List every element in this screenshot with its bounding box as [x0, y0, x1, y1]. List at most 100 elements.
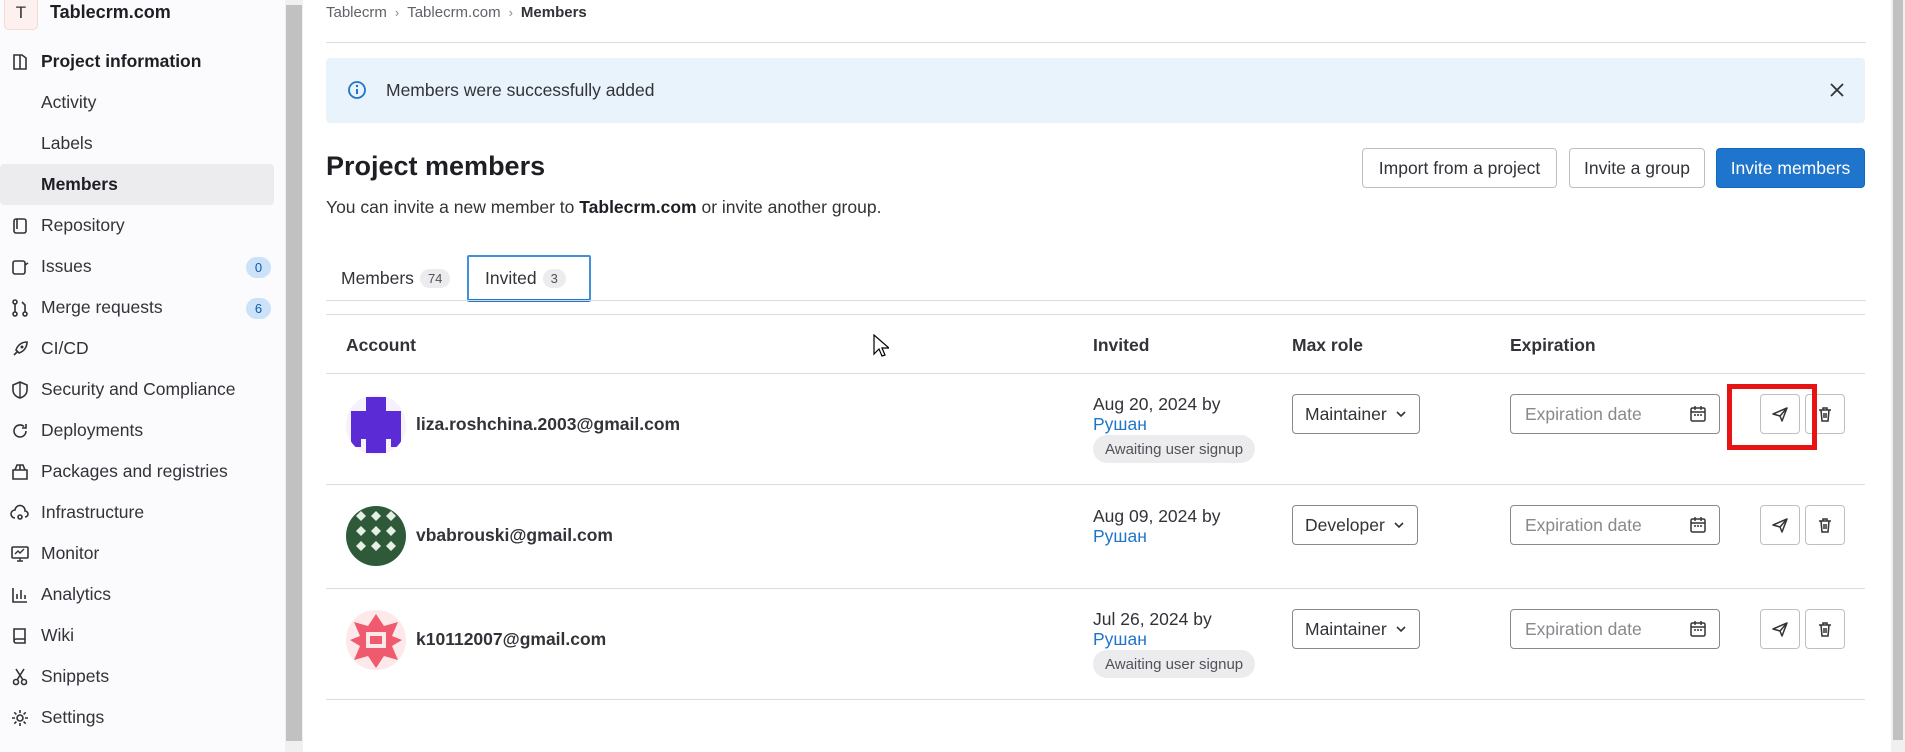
identicon-pink — [346, 610, 406, 670]
subtitle-suffix: or invite another group. — [696, 197, 882, 217]
sidebar-item-infrastructure[interactable]: Infrastructure — [0, 492, 285, 533]
highlight-box — [1727, 384, 1817, 450]
sidebar-item-deployments[interactable]: Deployments — [0, 410, 285, 451]
table-header: Account Invited Max role Expiration — [326, 314, 1865, 374]
chevron-right-icon: › — [394, 5, 400, 20]
resend-invite-button[interactable] — [1760, 609, 1800, 649]
invited-date: Aug 20, 2024 by — [1093, 394, 1221, 414]
member-email[interactable]: liza.roshchina.2003@gmail.com — [416, 414, 680, 435]
sidebar-item-label: Merge requests — [41, 297, 163, 317]
invited-by-link[interactable]: Рушан — [1093, 526, 1220, 546]
identicon-purple — [346, 395, 406, 455]
merge-request-icon — [12, 299, 28, 317]
sidebar-item-cicd[interactable]: CI/CD — [0, 328, 285, 369]
tab-members[interactable]: Members 74 — [341, 255, 451, 302]
sidebar-item-label: Project information — [41, 51, 202, 71]
expiration-date-input[interactable]: Expiration date — [1510, 394, 1720, 434]
close-icon[interactable] — [1827, 80, 1847, 100]
invited-info: Aug 20, 2024 by Рушан — [1093, 394, 1220, 434]
deployments-icon — [13, 424, 27, 438]
sidebar-item-monitor[interactable]: Monitor — [0, 533, 285, 574]
paper-airplane-icon — [1772, 622, 1788, 637]
sidebar-item-label: Members — [41, 174, 118, 194]
invited-info: Aug 09, 2024 by Рушан — [1093, 506, 1220, 546]
sidebar-item-label: Repository — [41, 215, 125, 235]
sidebar-item-wiki[interactable]: Wiki — [0, 615, 285, 656]
subtitle-prefix: You can invite a new member to — [326, 197, 580, 217]
resend-invite-button[interactable] — [1760, 505, 1800, 545]
role-dropdown[interactable]: Maintainer — [1292, 609, 1420, 649]
package-icon — [12, 464, 28, 480]
chevron-down-icon — [1394, 522, 1404, 529]
identicon-green — [346, 506, 406, 566]
breadcrumb-item-project[interactable]: Tablecrm.com — [407, 4, 500, 21]
paper-airplane-icon — [1772, 518, 1788, 533]
calendar-icon[interactable] — [1689, 405, 1707, 423]
sidebar-item-label: Deployments — [41, 420, 144, 440]
invite-group-button[interactable]: Invite a group — [1569, 148, 1705, 188]
page-scrollbar-thumb[interactable] — [1893, 0, 1903, 740]
breadcrumb-item-group[interactable]: Tablecrm — [326, 4, 387, 21]
column-header-account: Account — [346, 335, 416, 355]
avatar[interactable] — [346, 506, 406, 566]
invite-members-button[interactable]: Invite members — [1716, 148, 1865, 188]
sidebar-item-label: Monitor — [41, 543, 100, 563]
avatar[interactable] — [346, 610, 406, 670]
member-email[interactable]: vbabrouski@gmail.com — [416, 525, 613, 546]
role-value: Maintainer — [1305, 618, 1387, 639]
table-row: liza.roshchina.2003@gmail.com Aug 20, 20… — [326, 374, 1865, 485]
cloud-icon — [10, 504, 29, 520]
breadcrumb-current[interactable]: Members — [521, 4, 587, 21]
sidebar-scrollbar-thumb[interactable] — [286, 5, 302, 741]
invited-by-link[interactable]: Рушан — [1093, 414, 1220, 434]
invited-date: Jul 26, 2024 by — [1093, 609, 1212, 629]
project-info-icon — [13, 54, 27, 70]
sidebar-item-members[interactable]: Members — [0, 164, 274, 205]
sidebar-item-snippets[interactable]: Snippets — [0, 656, 285, 697]
sidebar-item-merge-requests[interactable]: Merge requests 6 — [0, 287, 285, 328]
avatar[interactable] — [346, 395, 406, 455]
import-from-project-button[interactable]: Import from a project — [1362, 148, 1557, 188]
expiration-date-input[interactable]: Expiration date — [1510, 505, 1720, 545]
member-email[interactable]: k10112007@gmail.com — [416, 629, 606, 650]
sidebar-item-settings[interactable]: Settings — [0, 697, 285, 738]
chevron-right-icon: › — [508, 5, 513, 20]
sidebar-item-analytics[interactable]: Analytics — [0, 574, 285, 615]
project-name[interactable]: Tablecrm.com — [50, 2, 171, 23]
project-avatar[interactable]: T — [4, 0, 38, 30]
calendar-icon[interactable] — [1689, 516, 1707, 534]
invited-date: Aug 09, 2024 by — [1093, 506, 1221, 526]
sidebar-item-security[interactable]: Security and Compliance — [0, 369, 285, 410]
trash-icon — [1819, 407, 1831, 422]
chevron-down-icon — [1396, 626, 1406, 633]
page-scrollbar[interactable] — [1891, 0, 1905, 752]
tab-invited[interactable]: Invited 3 — [467, 255, 591, 302]
invited-by-link[interactable]: Рушан — [1093, 629, 1212, 649]
tab-count: 3 — [542, 269, 566, 288]
calendar-icon[interactable] — [1689, 620, 1707, 638]
sidebar-item-label: Settings — [41, 707, 105, 727]
book-icon — [13, 628, 26, 644]
status-badge: Awaiting user signup — [1093, 435, 1256, 463]
sidebar-item-repository[interactable]: Repository — [0, 205, 285, 246]
sidebar-item-label: Activity — [41, 92, 97, 112]
sidebar-item-project-information[interactable]: Project information — [0, 41, 285, 82]
role-dropdown[interactable]: Developer — [1292, 505, 1418, 545]
sidebar-item-activity[interactable]: Activity — [0, 82, 285, 123]
sidebar-item-labels[interactable]: Labels — [0, 123, 285, 164]
remove-member-button[interactable] — [1805, 609, 1845, 649]
sidebar-item-label: Snippets — [41, 666, 110, 686]
shield-icon — [12, 381, 28, 399]
sidebar-item-label: Packages and registries — [41, 461, 228, 481]
mouse-cursor-icon — [873, 334, 889, 357]
sidebar-item-issues[interactable]: Issues 0 — [0, 246, 285, 287]
sidebar-item-packages[interactable]: Packages and registries — [0, 451, 285, 492]
expiration-date-input[interactable]: Expiration date — [1510, 609, 1720, 649]
sidebar-item-label: Issues — [41, 256, 92, 276]
sidebar: T Tablecrm.com Project information Activ… — [0, 0, 285, 752]
rocket-icon — [13, 341, 28, 356]
remove-member-button[interactable] — [1805, 505, 1845, 545]
role-dropdown[interactable]: Maintainer — [1292, 394, 1420, 434]
divider — [326, 42, 1866, 43]
table-row: vbabrouski@gmail.com Aug 09, 2024 by Руш… — [326, 485, 1865, 589]
